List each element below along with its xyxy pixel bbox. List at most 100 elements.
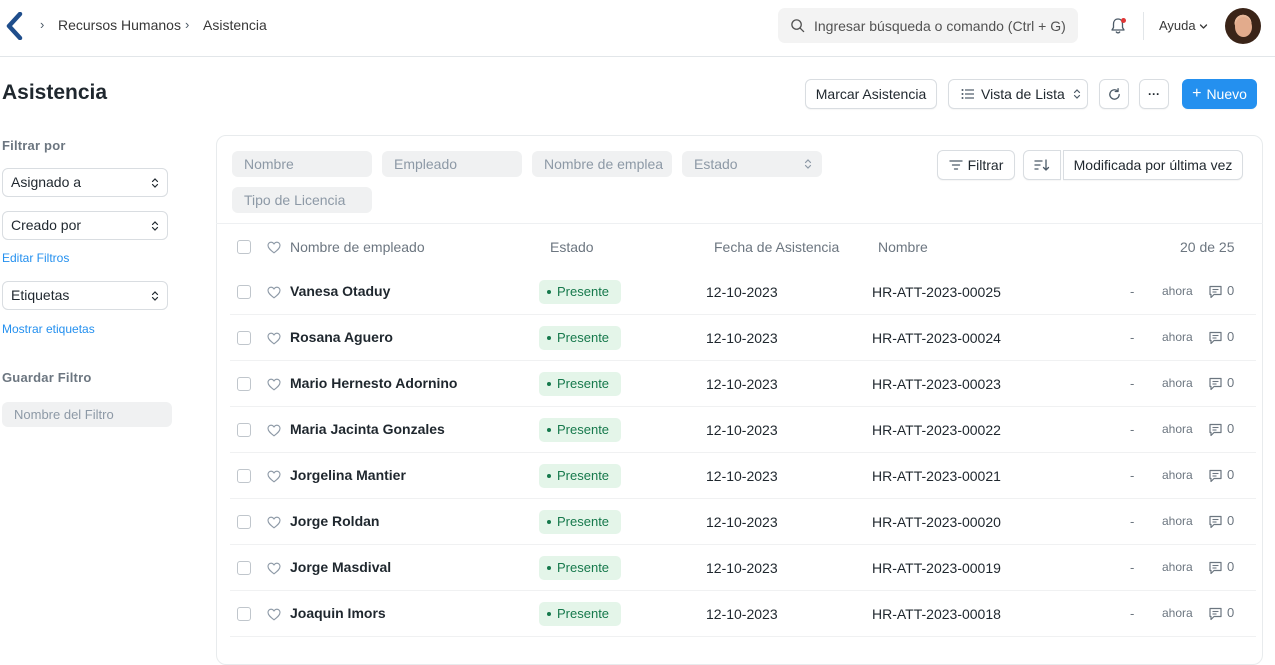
- show-tags-link[interactable]: Mostrar etiquetas: [2, 322, 95, 336]
- employee-name-link[interactable]: Rosana Aguero: [290, 329, 393, 345]
- table-row[interactable]: Mario Hernesto Adornino Presente 12-10-202…: [230, 361, 1256, 407]
- navbar: › Recursos Humanos › Asistencia Ayuda: [0, 0, 1275, 57]
- sort-order-button[interactable]: [1023, 150, 1061, 180]
- up-down-arrows-icon: [804, 159, 812, 169]
- table-row[interactable]: Jorgelina Mantier Presente 12-10-2023 HR-AT…: [230, 453, 1256, 499]
- status-dot: [547, 427, 551, 432]
- empty-value: -: [1130, 330, 1135, 345]
- table-row[interactable]: Jorge Masdival Presente 12-10-2023 HR-ATT-2…: [230, 545, 1256, 591]
- heart-icon[interactable]: [267, 378, 281, 391]
- status-badge: Presente: [539, 418, 621, 442]
- row-checkbox[interactable]: [237, 515, 251, 529]
- new-button[interactable]: + Nuevo: [1182, 79, 1257, 109]
- row-checkbox[interactable]: [237, 285, 251, 299]
- table-row[interactable]: Rosana Aguero Presente 12-10-2023 HR-ATT-20…: [230, 315, 1256, 361]
- table-row[interactable]: Joaquin Imors Presente 12-10-2023 HR-ATT-20…: [230, 591, 1256, 637]
- attendance-date: 12-10-2023: [706, 560, 778, 576]
- attendance-date: 12-10-2023: [706, 330, 778, 346]
- help-menu-button[interactable]: Ayuda: [1159, 18, 1196, 33]
- heart-icon[interactable]: [267, 562, 281, 575]
- user-avatar[interactable]: [1225, 8, 1261, 44]
- employee-name-link[interactable]: Maria Jacinta Gonzales: [290, 421, 445, 437]
- record-name: HR-ATT-2023-00025: [872, 284, 1001, 300]
- tags-select[interactable]: Etiquetas: [2, 281, 168, 310]
- heart-icon[interactable]: [267, 470, 281, 483]
- refresh-button[interactable]: [1099, 79, 1129, 109]
- mark-attendance-button[interactable]: Marcar Asistencia: [805, 79, 937, 109]
- breadcrumb-separator-icon: ›: [40, 17, 45, 32]
- comment-icon: [1209, 607, 1222, 621]
- app-logo-icon[interactable]: [6, 12, 24, 40]
- leave-type-filter-input[interactable]: [232, 187, 372, 213]
- status-badge: Presente: [539, 372, 621, 396]
- heart-icon[interactable]: [267, 516, 281, 529]
- status-dot: [547, 335, 551, 340]
- assigned-to-select[interactable]: Asignado a: [2, 168, 168, 197]
- comment-icon: [1209, 285, 1222, 299]
- heart-icon[interactable]: [267, 424, 281, 437]
- comment-icon: [1209, 331, 1222, 345]
- heart-icon[interactable]: [267, 241, 281, 254]
- row-checkbox[interactable]: [237, 423, 251, 437]
- employee-name-filter-input[interactable]: [532, 151, 672, 177]
- breadcrumb-page-link[interactable]: Asistencia: [203, 17, 267, 33]
- comment-count: 0: [1227, 605, 1235, 620]
- edit-filters-link[interactable]: Editar Filtros: [2, 251, 69, 265]
- list-view-selector[interactable]: Vista de Lista: [948, 79, 1088, 109]
- table-row[interactable]: Maria Jacinta Gonzales Presente 12-10-2023…: [230, 407, 1256, 453]
- breadcrumb-separator-icon: ›: [185, 17, 190, 32]
- filter-name-input[interactable]: [2, 402, 172, 427]
- status-filter-label: Estado: [694, 156, 738, 172]
- status-dot: [547, 381, 551, 386]
- heart-icon[interactable]: [267, 332, 281, 345]
- heart-icon[interactable]: [267, 608, 281, 621]
- sort-by-selector[interactable]: Modificada por última vez: [1063, 150, 1243, 180]
- filter-by-heading: Filtrar por: [2, 138, 66, 153]
- select-all-checkbox[interactable]: [237, 240, 251, 254]
- comment-count: 0: [1227, 559, 1235, 574]
- comment-count: 0: [1227, 283, 1235, 298]
- status-filter-select[interactable]: Estado: [682, 151, 822, 177]
- status-label: Presente: [557, 514, 610, 529]
- modified-time: ahora: [1162, 560, 1193, 574]
- breadcrumb-module-link[interactable]: Recursos Humanos: [58, 17, 181, 33]
- employee-filter-input[interactable]: [382, 151, 522, 177]
- status-badge: Presente: [539, 602, 621, 626]
- filter-button[interactable]: Filtrar: [937, 150, 1015, 180]
- more-options-button[interactable]: ···: [1139, 79, 1169, 109]
- table-row[interactable]: Vanesa Otaduy Presente 12-10-2023 HR-ATT-20…: [230, 269, 1256, 315]
- created-by-select[interactable]: Creado por: [2, 211, 168, 240]
- filter-button-label: Filtrar: [967, 157, 1004, 173]
- row-checkbox[interactable]: [237, 331, 251, 345]
- attendance-date: 12-10-2023: [706, 468, 778, 484]
- row-checkbox[interactable]: [237, 607, 251, 621]
- record-name: HR-ATT-2023-00018: [872, 606, 1001, 622]
- notification-dot: [1121, 18, 1126, 23]
- employee-name-link[interactable]: Joaquin Imors: [290, 605, 386, 621]
- more-options-icon: ···: [1148, 87, 1160, 101]
- attendance-date: 12-10-2023: [706, 606, 778, 622]
- comment-count: 0: [1227, 375, 1235, 390]
- employee-name-link[interactable]: Jorge Masdival: [290, 559, 391, 575]
- search-bar[interactable]: [778, 8, 1078, 43]
- row-checkbox[interactable]: [237, 561, 251, 575]
- status-dot: [547, 473, 551, 478]
- search-input[interactable]: [814, 16, 1072, 36]
- comment-icon: [1209, 515, 1222, 529]
- row-checkbox[interactable]: [237, 469, 251, 483]
- employee-name-link[interactable]: Mario Hernesto Adornino: [290, 375, 458, 391]
- empty-value: -: [1130, 376, 1135, 391]
- employee-name-link[interactable]: Jorge Roldan: [290, 513, 379, 529]
- modified-time: ahora: [1162, 284, 1193, 298]
- list-view-label: Vista de Lista: [981, 86, 1065, 102]
- status-label: Presente: [557, 560, 610, 575]
- modified-time: ahora: [1162, 468, 1193, 482]
- employee-name-link[interactable]: Jorgelina Mantier: [290, 467, 406, 483]
- row-checkbox[interactable]: [237, 377, 251, 391]
- name-filter-input[interactable]: [232, 151, 372, 177]
- employee-name-link[interactable]: Vanesa Otaduy: [290, 283, 390, 299]
- empty-value: -: [1130, 606, 1135, 621]
- heart-icon[interactable]: [267, 286, 281, 299]
- created-by-label: Creado por: [11, 217, 82, 233]
- table-row[interactable]: Jorge Roldan Presente 12-10-2023 HR-ATT-202…: [230, 499, 1256, 545]
